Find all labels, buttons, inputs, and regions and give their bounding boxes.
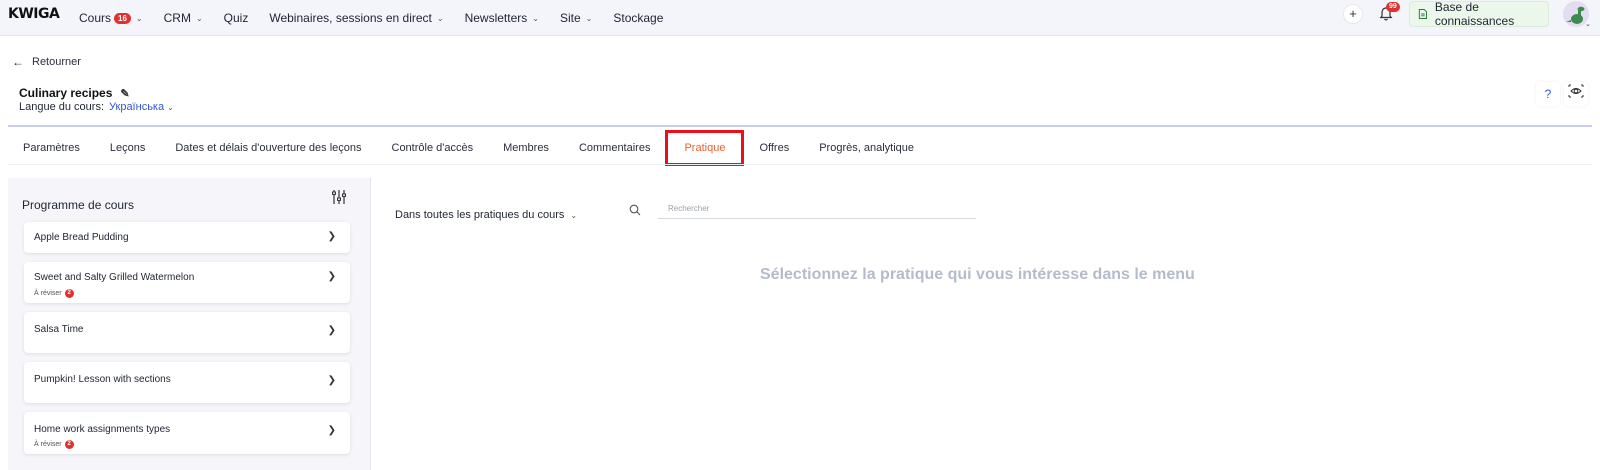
pencil-icon[interactable]: ✎ [120, 87, 129, 100]
course-title: Culinary recipes ✎ [19, 86, 130, 100]
course-tabs: Paramètres Leçons Dates et délais d'ouve… [8, 130, 929, 166]
tab-offres[interactable]: Offres [744, 134, 804, 162]
tab-parametres[interactable]: Paramètres [8, 134, 95, 162]
nav-item-label: Newsletters [464, 11, 528, 25]
chevron-down-icon[interactable]: ⌄ [1585, 20, 1591, 28]
tab-pratique[interactable]: Pratique [665, 130, 745, 166]
nav-item-label: Site [559, 11, 581, 25]
tab-membres[interactable]: Membres [488, 134, 564, 162]
tab-commentaires[interactable]: Commentaires [564, 134, 666, 162]
chevron-right-icon: ❯ [327, 425, 336, 436]
chevron-right-icon: ❯ [327, 375, 336, 386]
lesson-name: Sweet and Salty Grilled Watermelon [34, 272, 195, 283]
review-count-badge: 2 [64, 289, 74, 298]
notifications-badge: 99 [1386, 2, 1400, 12]
chevron-down-icon: ⌄ [585, 13, 593, 23]
chevron-down-icon: ⌄ [195, 13, 203, 23]
search-icon[interactable] [629, 204, 641, 216]
arrow-left-icon: ← [12, 55, 24, 69]
back-label: Retourner [32, 56, 81, 68]
lesson-item[interactable]: Sweet and Salty Grilled Watermelon ❯ À r… [24, 262, 350, 303]
tab-progres-analytique[interactable]: Progrès, analytique [804, 134, 929, 162]
review-count-badge: 2 [64, 440, 74, 449]
language-label: Langue du cours: [19, 101, 105, 113]
nav-item-crm[interactable]: CRM ⌄ [164, 11, 203, 25]
preview-button[interactable] [1564, 82, 1588, 106]
add-button[interactable]: + [1343, 4, 1363, 24]
top-navigation-bar: KWIGA Cours 16 ⌄ CRM ⌄ Quiz Webinaires, … [0, 0, 1600, 36]
header-divider [8, 125, 1592, 127]
chevron-down-icon: ⌄ [570, 210, 578, 220]
search-input[interactable] [658, 199, 976, 219]
knowledge-base-button[interactable]: Base de connaissances [1409, 0, 1549, 28]
chevron-down-icon: ⌄ [135, 13, 143, 23]
practice-filter-dropdown[interactable]: Dans toutes les pratiques du cours ⌄ [395, 209, 577, 221]
main-menu: Cours 16 ⌄ CRM ⌄ Quiz Webinaires, sessio… [79, 0, 684, 36]
document-icon [1418, 9, 1427, 19]
nav-item-newsletters[interactable]: Newsletters ⌄ [465, 11, 539, 25]
nav-item-label: Stockage [613, 11, 664, 25]
nav-item-label: Quiz [223, 11, 249, 25]
nav-item-quiz[interactable]: Quiz [224, 11, 249, 25]
nav-item-label: CRM [163, 11, 191, 25]
lesson-item[interactable]: Home work assignments types ❯ À réviser … [24, 412, 350, 454]
tab-controle-acces[interactable]: Contrôle d'accès [377, 134, 489, 162]
lesson-item[interactable]: Pumpkin! Lesson with sections ❯ [24, 362, 350, 403]
lesson-name: Pumpkin! Lesson with sections [34, 374, 171, 385]
review-label: À réviser [34, 441, 62, 448]
nav-item-label: Cours [79, 11, 112, 25]
chevron-down-icon: ⌄ [436, 13, 444, 23]
lesson-name: Home work assignments types [34, 424, 171, 435]
review-status: À réviser 2 [34, 289, 74, 298]
nav-item-cours[interactable]: Cours 16 ⌄ [79, 11, 143, 25]
app-logo[interactable]: KWIGA [8, 6, 60, 22]
course-program-panel: Programme de cours Apple Bread Pudding ❯… [8, 178, 371, 470]
nav-item-webinaires[interactable]: Webinaires, sessions en direct ⌄ [269, 11, 443, 25]
lesson-item[interactable]: Apple Bread Pudding ❯ [24, 222, 350, 253]
chevron-right-icon: ❯ [327, 325, 336, 336]
tabs-divider [8, 164, 1592, 165]
review-status: À réviser 2 [34, 440, 74, 449]
filter-sliders-icon[interactable] [331, 189, 347, 205]
practice-filter-label: Dans toutes les pratiques du cours [395, 209, 565, 221]
lesson-name: Salsa Time [34, 324, 84, 335]
review-label: À réviser [34, 290, 62, 297]
knowledge-base-label: Base de connaissances [1434, 0, 1515, 28]
help-button[interactable]: ? [1536, 82, 1560, 106]
language-select[interactable]: Українська [109, 101, 164, 113]
course-language: Langue du cours: Українська ⌄ [19, 101, 174, 113]
empty-state-message: Sélectionnez la pratique qui vous intére… [760, 266, 1195, 283]
nav-item-stockage[interactable]: Stockage [613, 11, 663, 25]
tab-dates-delais[interactable]: Dates et délais d'ouverture des leçons [160, 134, 376, 162]
chevron-down-icon[interactable]: ⌄ [167, 103, 174, 112]
back-link[interactable]: ← Retourner [12, 55, 81, 69]
lesson-name: Apple Bread Pudding [34, 232, 129, 243]
lesson-item[interactable]: Salsa Time ❯ [24, 312, 350, 353]
chevron-right-icon: ❯ [327, 271, 336, 282]
chevron-down-icon: ⌄ [532, 13, 539, 23]
program-title: Programme de cours [22, 198, 135, 212]
course-title-text: Culinary recipes [19, 86, 113, 100]
count-badge: 16 [114, 12, 131, 24]
nav-item-site[interactable]: Site ⌄ [560, 11, 592, 25]
nav-item-label: Webinaires, sessions en direct [269, 11, 432, 25]
tab-lecons[interactable]: Leçons [95, 134, 160, 162]
chevron-right-icon: ❯ [327, 231, 336, 242]
eye-icon [1568, 84, 1584, 98]
